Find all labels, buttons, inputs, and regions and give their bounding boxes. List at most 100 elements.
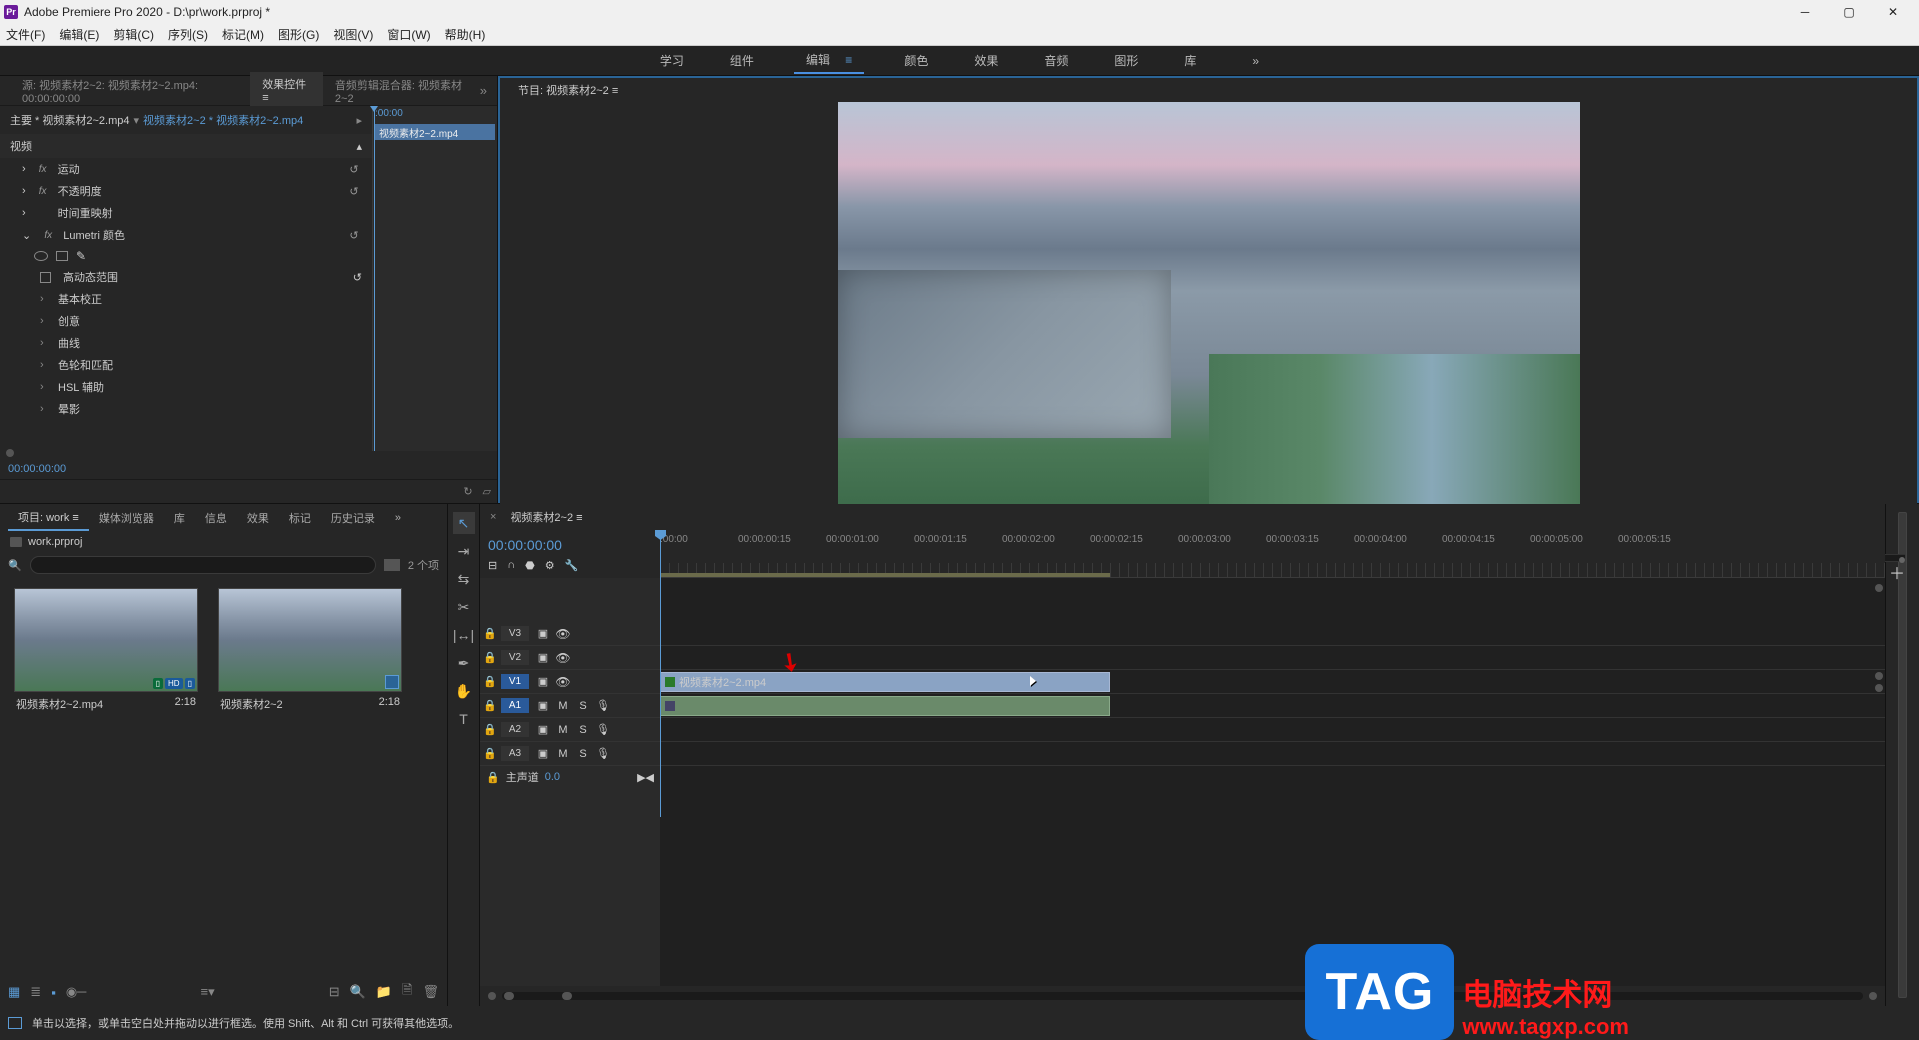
track-select-tool-icon[interactable]: ⇥ [453, 540, 475, 562]
type-tool-icon[interactable]: T [453, 708, 475, 730]
ws-audio[interactable]: 音频 [1038, 48, 1074, 73]
lock-icon[interactable]: 🔒 [480, 675, 500, 688]
track-header-a1[interactable]: 🔒A1▣MS🎙 [480, 694, 660, 718]
tab-program[interactable]: 节目: 视频素材2~2 ≡ [510, 78, 626, 102]
menu-window[interactable]: 窗口(W) [387, 26, 430, 43]
rect-mask-icon[interactable] [56, 251, 68, 261]
hand-tool-icon[interactable]: ✋ [453, 680, 475, 702]
ws-color[interactable]: 颜色 [898, 48, 934, 73]
program-video-view[interactable] [500, 102, 1917, 522]
new-bin-icon[interactable]: 📁 [376, 984, 392, 1000]
filter-icon[interactable] [384, 559, 400, 571]
target-icon[interactable]: ▣ [536, 651, 550, 665]
lumetri-creative[interactable]: ›创意 [0, 310, 372, 332]
source-timecode[interactable]: 00:00:00:00 [0, 459, 497, 479]
reset-icon[interactable]: ↺ [353, 271, 362, 284]
reset-icon[interactable]: ↺ [346, 163, 362, 176]
tab-overflow[interactable]: » [480, 83, 487, 98]
ws-edit[interactable]: 编辑 ≡ [794, 47, 864, 74]
playhead-arrow-icon[interactable]: ▸ [356, 114, 362, 127]
reset-icon[interactable]: ↺ [346, 229, 362, 242]
pen-mask-icon[interactable]: ✎ [76, 249, 86, 263]
tab-source-monitor[interactable]: 源: 视频素材2~2: 视频素材2~2.mp4: 00:00:00:00 [10, 73, 250, 109]
lumetri-colorwheels[interactable]: ›色轮和匹配 [0, 354, 372, 376]
loop-icon[interactable]: ↻ [463, 485, 472, 498]
export-frame-icon[interactable]: ▱ [483, 485, 491, 498]
playhead[interactable] [660, 530, 661, 817]
menu-edit[interactable]: 编辑(E) [59, 26, 99, 43]
settings-icon[interactable]: ⚙ [545, 559, 555, 572]
track-header-v1[interactable]: 🔒V1▣👁 [480, 670, 660, 694]
button-editor-icon[interactable]: ＋ [1889, 560, 1905, 584]
tab-audio-mixer[interactable]: 音频剪辑混合器: 视频素材2~2 [323, 73, 480, 109]
search-input[interactable] [30, 556, 376, 574]
lumetri-basic[interactable]: ›基本校正 [0, 288, 372, 310]
timeline-timecode[interactable]: 00:00:00:00 [488, 537, 652, 553]
sort-icon[interactable]: ≡▾ [201, 984, 215, 1000]
reset-icon[interactable]: ↺ [346, 185, 362, 198]
eye-icon[interactable]: 👁 [556, 651, 570, 665]
effect-time-remap[interactable]: ›时间重映射 [0, 202, 372, 224]
target-icon[interactable]: ▣ [536, 699, 550, 712]
mic-icon[interactable]: 🎙 [596, 699, 610, 712]
snap-icon[interactable]: ⊟ [488, 559, 497, 572]
eye-icon[interactable]: 👁 [556, 675, 570, 689]
ripple-tool-icon[interactable]: ⇆ [453, 568, 475, 590]
lock-icon[interactable]: 🔒 [480, 747, 500, 760]
tab-project[interactable]: 项目: work ≡ [8, 505, 89, 531]
effect-timeline[interactable]: :00:00 视频素材2~2.mp4 [372, 106, 497, 451]
target-icon[interactable]: ▣ [536, 627, 550, 641]
menu-file[interactable]: 文件(F) [6, 26, 45, 43]
thumb-slider-icon[interactable]: ◉─ [66, 984, 87, 1000]
master-track[interactable]: 🔒主声道0.0▶◀ [480, 766, 660, 788]
ws-learn[interactable]: 学习 [654, 48, 690, 73]
lumetri-curves[interactable]: ›曲线 [0, 332, 372, 354]
tab-markers[interactable]: 标记 [279, 506, 321, 530]
timeline-close-icon[interactable]: × [490, 511, 496, 523]
slip-tool-icon[interactable]: |↔| [453, 624, 475, 646]
ellipse-mask-icon[interactable] [34, 251, 48, 261]
ws-library[interactable]: 库 [1178, 48, 1202, 73]
lock-icon[interactable]: 🔒 [480, 723, 500, 736]
breadcrumb-clip[interactable]: 视频素材2~2 * 视频素材2~2.mp4 [143, 112, 303, 128]
icon-view-icon[interactable]: ≣ [30, 984, 41, 1000]
ws-assembly[interactable]: 组件 [724, 48, 760, 73]
razor-tool-icon[interactable]: ✂ [453, 596, 475, 618]
tab-effects-panel[interactable]: 效果 [237, 506, 279, 530]
menu-clip[interactable]: 剪辑(C) [113, 26, 154, 43]
ws-overflow[interactable]: » [1246, 50, 1265, 72]
timeline-hscroll[interactable] [502, 992, 1863, 1000]
tab-history[interactable]: 历史记录 [321, 506, 385, 530]
ws-effects[interactable]: 效果 [968, 48, 1004, 73]
automate-icon[interactable]: ⊟ [329, 984, 340, 1000]
track-header-a3[interactable]: 🔒A3▣MS🎙 [480, 742, 660, 766]
wrench-icon[interactable]: 🔧 [565, 559, 579, 572]
menu-marker[interactable]: 标记(M) [222, 26, 264, 43]
new-item-icon[interactable]: 🗎 [402, 981, 412, 1003]
find-icon[interactable]: 🔍 [350, 984, 366, 1000]
mic-icon[interactable]: 🎙 [596, 747, 610, 760]
breadcrumb-master[interactable]: 主要 * 视频素材2~2.mp4 [10, 112, 130, 128]
timeline-video-clip[interactable]: 视频素材2~2.mp4 [660, 672, 1110, 692]
lock-icon[interactable]: 🔒 [480, 627, 500, 640]
effect-lumetri[interactable]: ⌄fxLumetri 颜色↺ [0, 224, 372, 246]
timeline-tracks-area[interactable]: 视频素材2~2.mp4 ➘ [660, 578, 1885, 986]
effect-motion[interactable]: ›fx运动↺ [0, 158, 372, 180]
menu-view[interactable]: 视图(V) [333, 26, 373, 43]
lumetri-masks[interactable]: ✎ [0, 246, 372, 266]
linked-selection-icon[interactable]: ∩ [507, 559, 515, 572]
mic-icon[interactable]: 🎙 [596, 723, 610, 736]
checkbox-icon[interactable] [40, 272, 51, 283]
maximize-button[interactable]: ▢ [1827, 1, 1871, 23]
eye-icon[interactable]: 👁 [556, 627, 570, 641]
target-icon[interactable]: ▣ [536, 747, 550, 760]
track-header-v3[interactable]: 🔒V3▣👁 [480, 622, 660, 646]
lumetri-hdr[interactable]: 高动态范围 ↺ [0, 266, 372, 288]
track-header-v2[interactable]: 🔒V2▣👁 [480, 646, 660, 670]
marker-add-icon[interactable]: ⬣ [525, 559, 535, 572]
selection-tool-icon[interactable]: ↖ [453, 512, 475, 534]
target-icon[interactable]: ▣ [536, 675, 550, 689]
project-item-sequence[interactable]: 视频素材2~22:18 [218, 588, 402, 716]
pen-tool-icon[interactable]: ✒ [453, 652, 475, 674]
tab-effect-controls[interactable]: 效果控件 ≡ [250, 72, 323, 110]
